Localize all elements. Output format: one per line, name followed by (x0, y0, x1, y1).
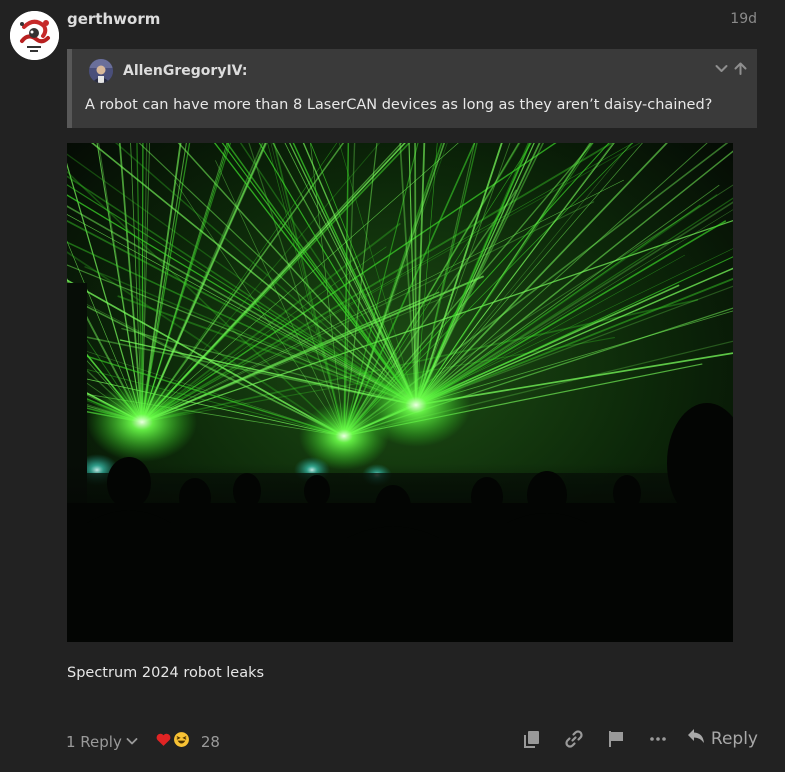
reply-button[interactable]: Reply (687, 728, 758, 749)
reply-arrow-icon (687, 728, 705, 749)
laser-show-photo (67, 143, 733, 642)
reactions-button[interactable] (155, 731, 190, 752)
chevron-down-icon (126, 733, 138, 751)
quote-block: AllenGregoryIV: A robot can have more th… (67, 49, 757, 128)
reaction-count: 28 (200, 732, 220, 751)
quote-username[interactable]: AllenGregoryIV: (123, 63, 247, 79)
author-avatar[interactable] (10, 11, 59, 60)
replies-label: 1 Reply (66, 732, 122, 751)
flag-icon[interactable] (607, 730, 625, 748)
more-icon[interactable] (649, 730, 667, 748)
go-to-quoted-post-arrow-up-icon[interactable] (734, 60, 747, 79)
post-image[interactable] (67, 143, 733, 642)
author-avatar-image (10, 11, 59, 60)
post-footer-actions: Reply (523, 728, 758, 749)
laughing-emoji-icon (173, 731, 190, 752)
quote-avatar-image (89, 59, 113, 83)
replies-toggle-button[interactable]: 1 Reply (66, 733, 138, 751)
reply-label: Reply (710, 728, 758, 749)
copy-icon[interactable] (523, 730, 541, 748)
heart-emoji-icon (155, 731, 172, 752)
quote-avatar[interactable] (89, 59, 113, 83)
post-username[interactable]: gerthworm (67, 10, 160, 28)
post-date[interactable]: 19d (730, 11, 757, 27)
link-icon[interactable] (565, 729, 583, 748)
post-footer-left: 1 Reply 28 (66, 731, 220, 752)
quote-text: A robot can have more than 8 LaserCAN de… (85, 97, 713, 113)
post-caption: Spectrum 2024 robot leaks (67, 665, 265, 681)
expand-quote-chevron-down-icon[interactable] (715, 60, 728, 79)
quote-controls (715, 60, 747, 79)
